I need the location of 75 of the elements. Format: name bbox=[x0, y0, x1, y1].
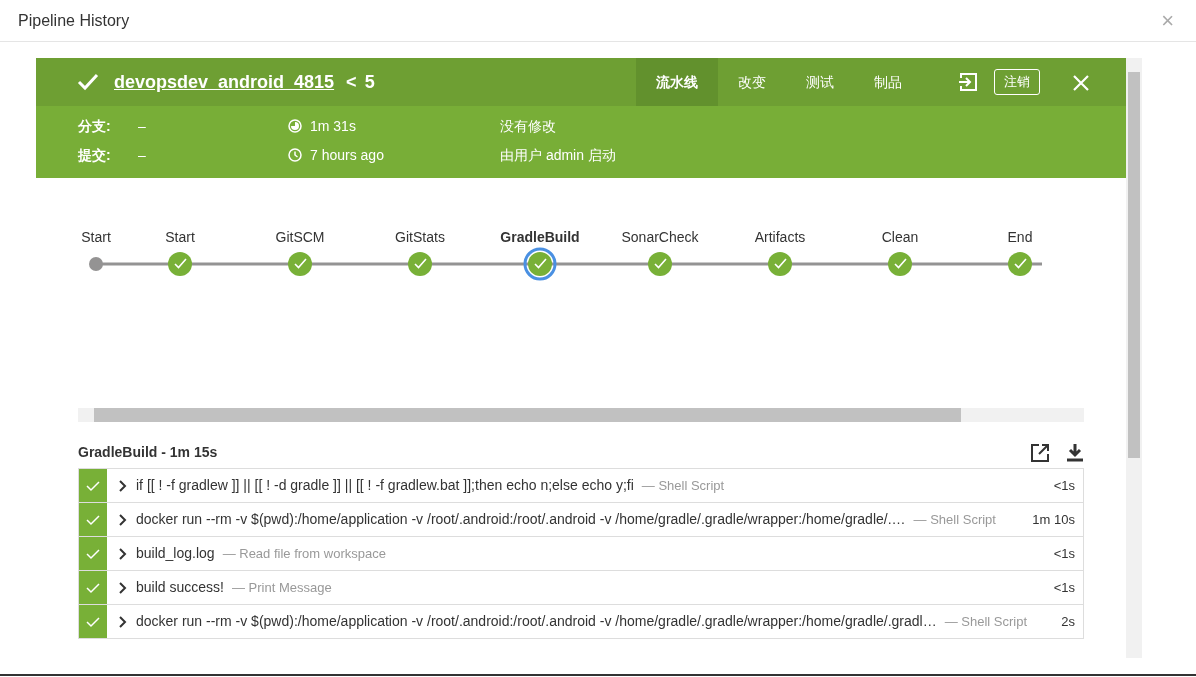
close-button[interactable]: × bbox=[1157, 4, 1178, 37]
stage-success-node[interactable] bbox=[648, 252, 672, 276]
duration-text: 1m 31s bbox=[310, 117, 356, 136]
branch-label: 分支: bbox=[78, 117, 112, 136]
step-duration: 1m 10s bbox=[1031, 510, 1076, 529]
login-icon[interactable] bbox=[958, 72, 978, 92]
check-icon bbox=[86, 547, 100, 560]
commit-label: 提交: bbox=[78, 146, 112, 165]
step-duration: <1s bbox=[1052, 476, 1076, 495]
nav-tab[interactable]: 制品 bbox=[854, 58, 922, 106]
nav-tab[interactable]: 改变 bbox=[718, 58, 786, 106]
close-icon bbox=[1072, 73, 1090, 92]
check-icon bbox=[86, 513, 100, 526]
run-name-link[interactable]: devopsdev_android_4815 bbox=[114, 68, 335, 96]
stage-success-node[interactable] bbox=[1008, 252, 1032, 276]
run-separator: < bbox=[346, 70, 357, 94]
time-text: 7 hours ago bbox=[310, 146, 384, 165]
step-type: — Shell Script bbox=[913, 510, 996, 529]
external-link-icon[interactable] bbox=[1030, 442, 1050, 463]
nav-tab[interactable]: 测试 bbox=[786, 58, 854, 106]
step-command: build_log.log bbox=[136, 544, 215, 563]
step-title: GradleBuild - 1m 15s bbox=[78, 443, 218, 462]
stage-label: Clean bbox=[881, 229, 919, 245]
pie-chart-icon bbox=[288, 119, 302, 133]
stage-label: GitStats bbox=[395, 229, 445, 245]
start-node[interactable] bbox=[89, 257, 103, 271]
step-type: — Read file from workspace bbox=[222, 544, 386, 563]
download-icon[interactable] bbox=[1066, 442, 1084, 463]
step-row[interactable]: build success! — Print Message <1s bbox=[78, 570, 1084, 605]
cause-text: 由用户 admin 启动 bbox=[500, 146, 616, 165]
chevron-icon bbox=[118, 479, 128, 492]
chevron-icon bbox=[118, 513, 128, 526]
stage-success-node[interactable] bbox=[168, 252, 192, 276]
run-number: 5 bbox=[364, 70, 375, 94]
chevron-icon bbox=[118, 581, 128, 594]
step-command: if [[ ! -f gradlew ]] || [[ ! -d gradle ]] || [[ ! -f gradlew.bat ]];then echo n;else echo y;fi bbox=[136, 476, 634, 495]
stage-label: Start bbox=[81, 229, 111, 245]
step-type: — Print Message bbox=[231, 578, 332, 597]
step-type: — Shell Script bbox=[641, 476, 725, 495]
step-row[interactable]: docker run --rm -v $(pwd):/home/application -v /root/.android:/root/.android -v /home/gradle/.gradle/wrapper:/home/gradle/.… — Shell Script 1m 10s bbox=[78, 502, 1084, 537]
horizontal-scrollbar[interactable] bbox=[78, 408, 1084, 422]
stage-label: Artifacts bbox=[754, 229, 806, 245]
stage-label: SonarCheck bbox=[621, 229, 699, 245]
dialog-title: Pipeline History bbox=[18, 10, 130, 31]
chevron-icon bbox=[118, 547, 128, 560]
step-row[interactable]: if [[ ! -f gradlew ]] || [[ ! -d gradle ]] || [[ ! -f gradlew.bat ]];then echo n;else echo y;fi — Shell Script <1s bbox=[78, 468, 1084, 503]
stage-success-node[interactable] bbox=[523, 247, 557, 281]
branch-value: – bbox=[138, 117, 146, 136]
stage-label: GitSCM bbox=[275, 229, 325, 245]
stage-success-node[interactable] bbox=[768, 252, 792, 276]
step-duration: <1s bbox=[1052, 578, 1076, 597]
step-duration: <1s bbox=[1052, 544, 1076, 563]
step-command: docker run --rm -v $(pwd):/home/application -v /root/.android:/root/.android -v /home/gradle/.gradle/wrapper:/home/gradle/.gradl… bbox=[136, 612, 937, 631]
step-command: docker run --rm -v $(pwd):/home/application -v /root/.android:/root/.android -v /home/gradle/.gradle/wrapper:/home/gradle/.… bbox=[136, 510, 906, 529]
stage-label: End bbox=[1007, 229, 1033, 245]
stage-label: GradleBuild bbox=[500, 229, 580, 245]
check-icon bbox=[86, 479, 100, 492]
chevron-icon bbox=[118, 615, 128, 628]
step-command: build success! bbox=[136, 578, 224, 597]
logout-button[interactable]: 注销 bbox=[994, 69, 1040, 95]
check-icon bbox=[86, 581, 100, 594]
nav-tab[interactable]: 流水线 bbox=[636, 58, 718, 106]
step-duration: 2s bbox=[1060, 612, 1076, 631]
step-row[interactable]: docker run --rm -v $(pwd):/home/application -v /root/.android:/root/.android -v /home/gradle/.gradle/wrapper:/home/gradle/.gradl… — Shell Script 2s bbox=[78, 604, 1084, 639]
stage-success-node[interactable] bbox=[888, 252, 912, 276]
check-icon bbox=[86, 615, 100, 628]
clock-icon bbox=[288, 148, 302, 162]
commit-value: – bbox=[138, 146, 146, 165]
stage-label: Start bbox=[165, 229, 195, 245]
step-row[interactable]: build_log.log — Read file from workspace <1s bbox=[78, 536, 1084, 571]
step-type: — Shell Script bbox=[944, 612, 1028, 631]
vertical-scrollbar[interactable] bbox=[1126, 58, 1142, 658]
changes-text: 没有修改 bbox=[500, 118, 556, 134]
stage-success-node[interactable] bbox=[408, 252, 432, 276]
stage-success-node[interactable] bbox=[288, 252, 312, 276]
